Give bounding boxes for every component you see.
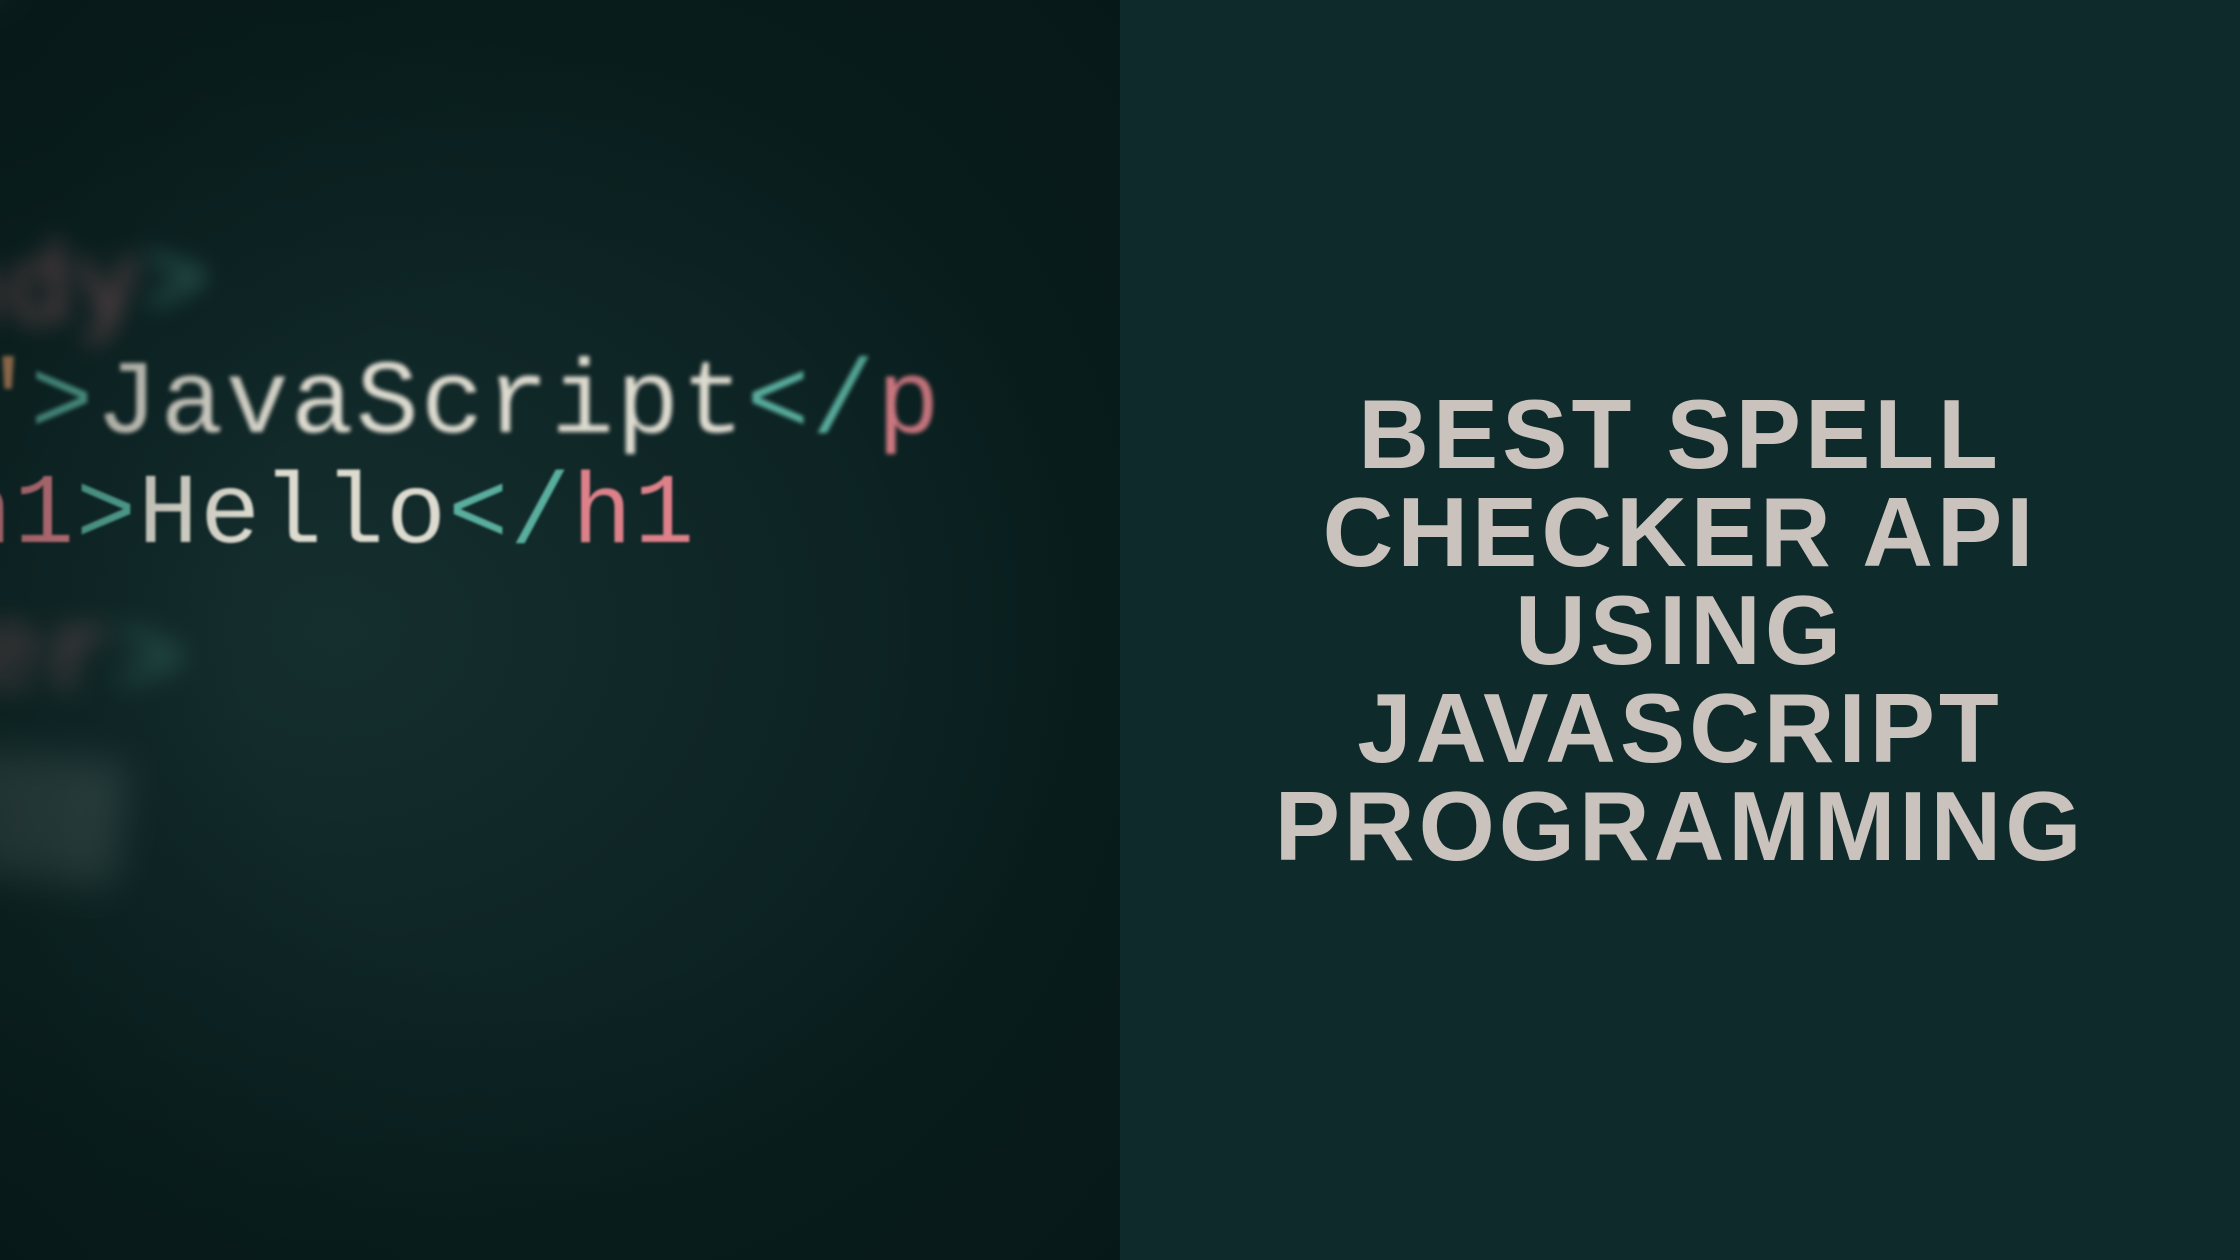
code-image-panel: ml> > body> o">JavaScript</p <h1>Hello</… — [0, 0, 1120, 1260]
banner-container: ml> > body> o">JavaScript</p <h1>Hello</… — [0, 0, 2240, 1260]
banner-title: BEST SPELL CHECKER API USING JAVASCRIPT … — [1180, 385, 2180, 875]
code-line-body: body> — [0, 221, 214, 364]
code-line-blur-bottom: nter> — [0, 581, 190, 730]
code-line-javascript: o">JavaScript</p — [0, 345, 942, 464]
title-panel: BEST SPELL CHECKER API USING JAVASCRIPT … — [1120, 0, 2240, 1260]
code-line-hello: <h1>Hello</h1 — [0, 460, 696, 573]
